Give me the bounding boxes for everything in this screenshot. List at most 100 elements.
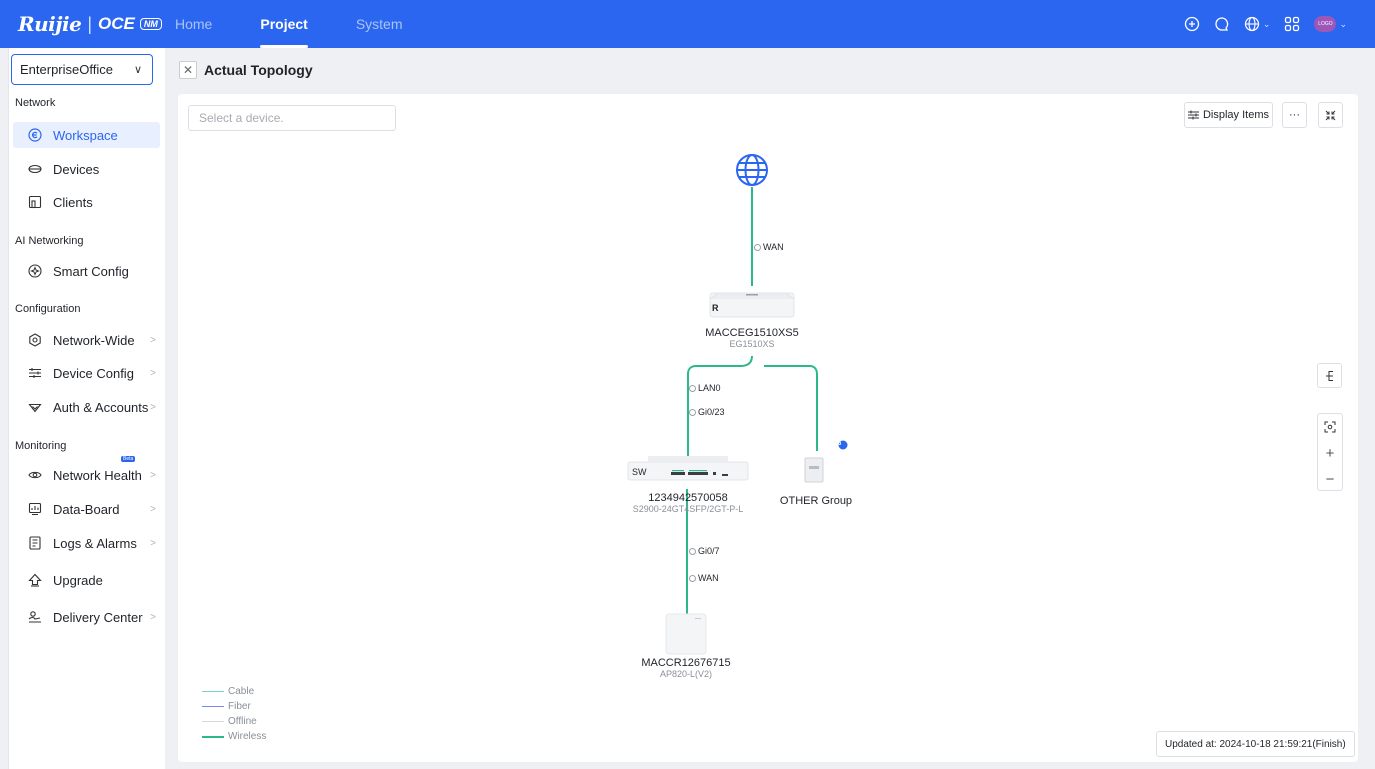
brand-name: Ruijie [18, 12, 82, 36]
section-monitoring: Monitoring [15, 440, 67, 452]
main-nav: Home Project System [175, 0, 451, 48]
gateway-role: R [712, 303, 719, 313]
nav-project[interactable]: Project [260, 0, 309, 48]
sidebar-item-label: Device Config [53, 365, 134, 381]
apps-grid-icon[interactable] [1284, 16, 1300, 32]
logs-icon [27, 535, 43, 551]
sidebar-item-clients[interactable]: Clients [13, 189, 160, 215]
updated-label: Updated at: [1165, 738, 1217, 750]
brand-logo[interactable]: Ruijie | OCE NM [18, 12, 162, 36]
chevron-right-icon: > [150, 367, 156, 379]
nav-home[interactable]: Home [175, 0, 212, 48]
upgrade-icon [27, 572, 43, 588]
ap-model: AP820-L(V2) [659, 669, 713, 679]
shield-icon [27, 399, 43, 415]
ap-name[interactable]: MACCR12676715 [606, 657, 766, 669]
port-icon [754, 243, 761, 251]
product-badge: NM [139, 18, 162, 30]
sidebar-item-upgrade[interactable]: Upgrade [13, 567, 160, 593]
sidebar-item-delivery-center[interactable]: Delivery Center > [13, 604, 160, 630]
sidebar-item-device-config[interactable]: Device Config > [13, 360, 160, 386]
legend-fiber: Fiber [202, 699, 266, 714]
gateway-model: EG1510XS [729, 339, 775, 349]
project-select[interactable]: EnterpriseOffice ∨ [11, 54, 153, 85]
sidebar-item-network-health[interactable]: Network Health Beta > [13, 456, 160, 488]
port-icon [689, 408, 696, 416]
other-group-icon [804, 457, 824, 483]
section-ai-networking: AI Networking [15, 235, 84, 247]
chevron-right-icon: > [150, 334, 156, 346]
gateway-name[interactable]: MACCEG1510XS5 [672, 327, 832, 339]
topology-canvas [627, 154, 848, 655]
beta-badge: Beta [121, 456, 136, 462]
data-board-icon [27, 501, 43, 517]
section-network: Network [15, 97, 56, 109]
sidebar-item-network-wide[interactable]: Network-Wide > [13, 327, 160, 353]
updated-value: 2024-10-18 21:59:21(Finish) [1219, 738, 1346, 750]
network-wide-icon [27, 332, 43, 348]
chevron-right-icon: > [150, 537, 156, 549]
workspace-icon [27, 127, 43, 143]
ap-device-icon [665, 613, 707, 655]
updated-timestamp: Updated at: 2024-10-18 21:59:21(Finish) [1156, 731, 1355, 757]
sidebar-item-label: Network Health [53, 467, 142, 483]
legend-wireless: Wireless [202, 729, 266, 744]
sidebar-item-label: Devices [53, 161, 100, 177]
chevron-right-icon: > [150, 469, 156, 481]
port-label: WAN [754, 242, 784, 252]
product-name: OCE [98, 14, 135, 33]
port-label: WAN [689, 573, 719, 583]
delivery-icon [27, 609, 43, 625]
chevron-right-icon: > [150, 503, 156, 515]
other-group-name[interactable]: OTHER Group [736, 495, 896, 507]
port-label: Gi0/7 [689, 546, 720, 556]
devices-icon [27, 161, 43, 177]
sidebar: EnterpriseOffice ∨ Network Workspace Dev… [8, 48, 165, 769]
gateway-device-icon [709, 292, 795, 318]
top-bar: Ruijie | OCE NM Home Project System ⌄ LO… [0, 0, 1375, 48]
chevron-right-icon: > [150, 611, 156, 623]
top-icons: ⌄ LOGO ⌄ [1184, 0, 1347, 48]
sidebar-item-label: Logs & Alarms [53, 535, 137, 551]
port-label: LAN0 [689, 383, 721, 393]
sidebar-item-devices[interactable]: Devices [13, 156, 160, 182]
chat-icon[interactable] [1214, 16, 1230, 32]
project-select-value: EnterpriseOffice [20, 62, 113, 77]
sidebar-item-data-board[interactable]: Data-Board > [13, 496, 160, 522]
sidebar-item-label: Smart Config [53, 263, 129, 279]
port-icon [689, 574, 696, 582]
sidebar-item-logs-alarms[interactable]: Logs & Alarms > [13, 530, 160, 556]
legend-offline: Offline [202, 714, 266, 729]
sidebar-item-label: Auth & Accounts [53, 399, 149, 415]
sidebar-item-workspace[interactable]: Workspace [13, 122, 160, 148]
sidebar-item-label: Delivery Center [53, 609, 143, 625]
port-label: Gi0/23 [689, 407, 725, 417]
sidebar-item-label: Upgrade [53, 572, 103, 588]
internet-globe-icon [736, 154, 768, 186]
switch-role: SW [632, 467, 647, 477]
close-icon[interactable]: ✕ [179, 61, 197, 79]
sidebar-item-label: Clients [53, 194, 93, 210]
link-gateway-other [764, 365, 818, 451]
port-icon [689, 547, 696, 555]
sidebar-item-label: Network-Wide [53, 332, 135, 348]
chevron-down-icon: ∨ [133, 64, 142, 76]
link-legend: Cable Fiber Offline Wireless [202, 684, 266, 744]
user-menu[interactable]: LOGO ⌄ [1314, 16, 1347, 32]
legend-cable: Cable [202, 684, 266, 699]
sidebar-item-smart-config[interactable]: Smart Config [13, 258, 160, 284]
section-configuration: Configuration [15, 303, 81, 315]
nav-system[interactable]: System [356, 0, 403, 48]
smart-config-icon [27, 263, 43, 279]
sidebar-item-auth-accounts[interactable]: Auth & Accounts > [13, 394, 160, 420]
chevron-down-icon: ⌄ [1339, 18, 1347, 29]
globe-icon[interactable]: ⌄ [1244, 16, 1271, 32]
add-circle-icon[interactable] [1184, 16, 1200, 32]
topology-panel: Display Items ··· + − [178, 94, 1358, 762]
sidebar-item-label: Data-Board [53, 501, 120, 517]
chevron-right-icon: > [150, 401, 156, 413]
port-icon [689, 384, 696, 392]
sidebar-item-label: Workspace [53, 127, 118, 143]
page-title: Actual Topology [204, 62, 313, 78]
chevron-down-icon: ⌄ [1262, 18, 1271, 29]
